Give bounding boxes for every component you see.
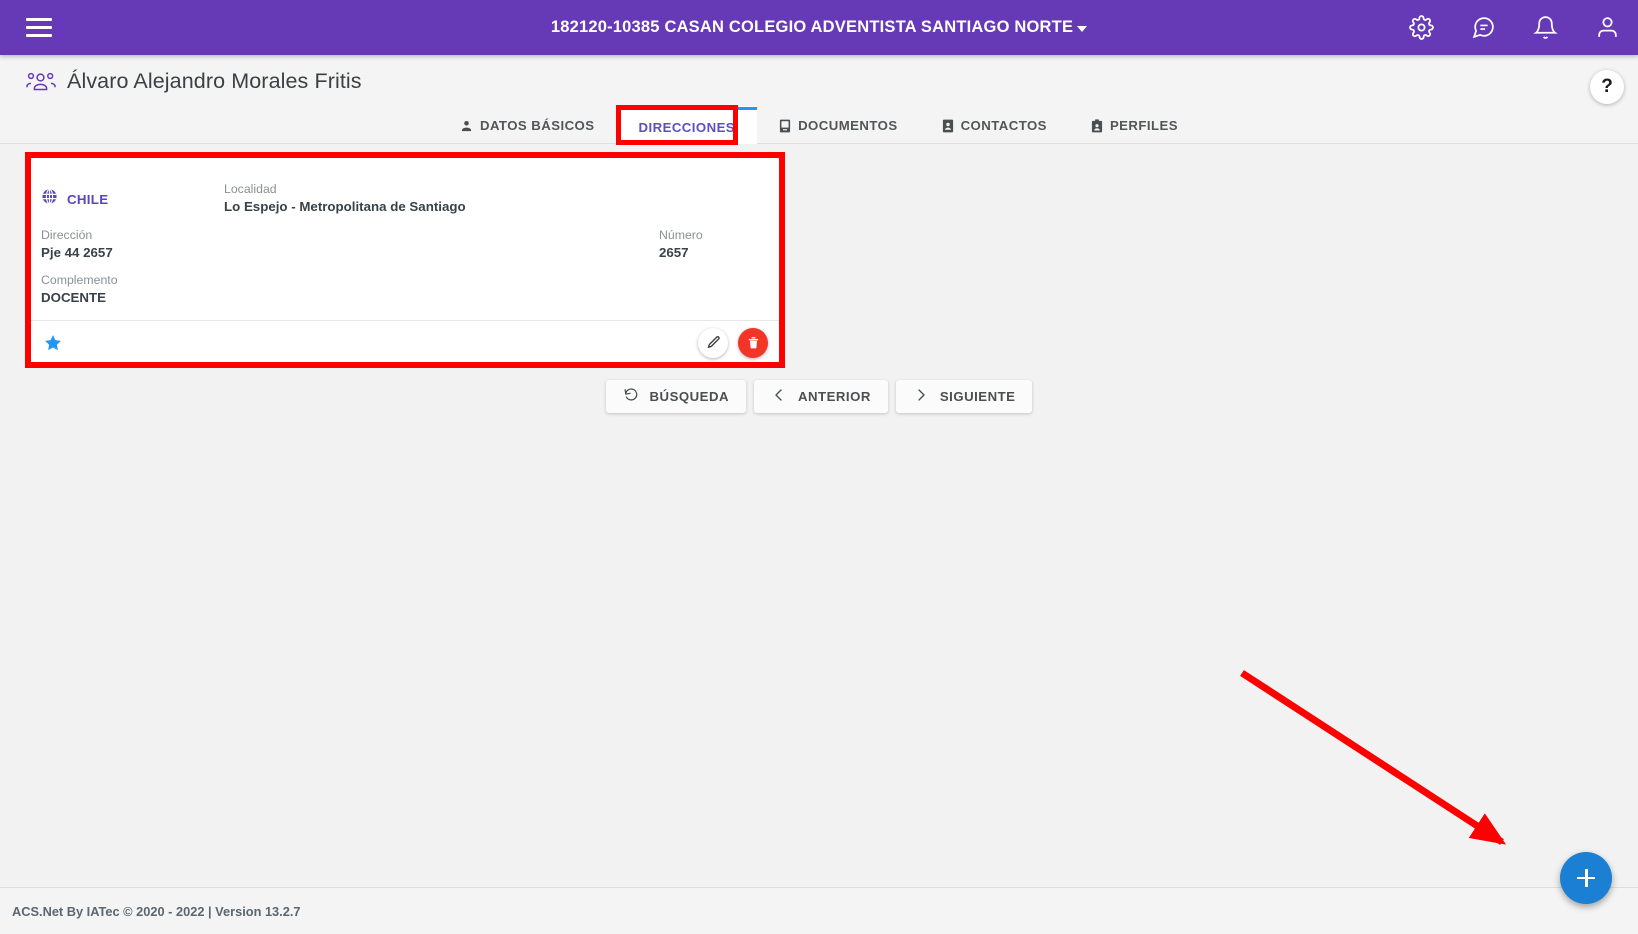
annotation-arrow-to-add-button	[1240, 670, 1507, 845]
tab-direcciones[interactable]: DIRECCIONES	[616, 107, 758, 144]
button-label: BÚSQUEDA	[649, 389, 729, 404]
badge-icon	[1091, 118, 1103, 133]
star-icon[interactable]	[43, 333, 63, 353]
page-footer: ACS.Net By IATec © 2020 - 2022 | Version…	[0, 887, 1638, 934]
page-header: Álvaro Alejandro Morales Fritis	[0, 55, 1638, 107]
tab-label: PERFILES	[1109, 118, 1179, 133]
globe-icon	[41, 188, 58, 210]
edit-button[interactable]	[698, 327, 728, 358]
user-icon[interactable]	[1594, 15, 1620, 41]
app-root: 182120-10385 CASAN COLEGIO ADVENTISTA SA…	[0, 0, 1638, 934]
field-label: Localidad	[224, 182, 277, 196]
tab-contactos[interactable]: CONTACTOS	[920, 107, 1069, 144]
top-bar-icon-group	[1408, 0, 1620, 55]
tab-datos-basicos[interactable]: DATOS BÁSICOS	[438, 107, 617, 144]
org-title-container: 182120-10385 CASAN COLEGIO ADVENTISTA SA…	[0, 0, 1638, 55]
chevron-right-icon	[913, 387, 929, 406]
record-navigation-buttons: BÚSQUEDA ANTERIOR SIGUIENTE	[0, 380, 1638, 413]
org-selector[interactable]: 182120-10385 CASAN COLEGIO ADVENTISTA SA…	[550, 18, 1088, 37]
card-action-buttons	[698, 327, 768, 358]
field-value: Pje 44 2657	[41, 244, 113, 260]
org-title-text: 182120-10385 CASAN COLEGIO ADVENTISTA SA…	[550, 18, 1074, 36]
anterior-button[interactable]: ANTERIOR	[754, 380, 888, 413]
chevron-down-icon	[1077, 26, 1088, 32]
people-group-icon	[26, 69, 56, 93]
siguiente-button[interactable]: SIGUIENTE	[895, 380, 1033, 413]
field-label: Complemento	[41, 273, 118, 287]
field-label: Dirección	[41, 228, 93, 242]
country-row: CHILE	[41, 188, 108, 210]
field-value: DOCENTE	[41, 289, 107, 305]
top-app-bar: 182120-10385 CASAN COLEGIO ADVENTISTA SA…	[0, 0, 1638, 55]
person-icon	[460, 119, 473, 133]
tab-label: DOCUMENTOS	[798, 118, 898, 133]
hamburger-menu-icon[interactable]	[26, 18, 78, 37]
button-label: SIGUIENTE	[939, 389, 1016, 404]
tab-label: DATOS BÁSICOS	[479, 118, 595, 133]
chevron-left-icon	[771, 387, 787, 406]
field-numero: Número 2657	[659, 227, 703, 262]
help-button[interactable]: ?	[1590, 70, 1624, 104]
tab-documentos[interactable]: DOCUMENTOS	[757, 107, 920, 144]
address-card-footer	[29, 320, 783, 364]
address-card-body: CHILE Localidad Lo Espejo - Metropolitan…	[29, 157, 783, 320]
address-card: CHILE Localidad Lo Espejo - Metropolitan…	[29, 157, 783, 364]
field-value: 2657	[659, 244, 689, 260]
tab-perfiles[interactable]: PERFILES	[1069, 107, 1200, 144]
gear-icon[interactable]	[1408, 15, 1434, 41]
add-address-fab[interactable]	[1560, 852, 1612, 904]
field-localidad: Localidad Lo Espejo - Metropolitana de S…	[224, 181, 466, 216]
field-value: Lo Espejo - Metropolitana de Santiago	[224, 198, 466, 214]
contact-card-icon	[942, 119, 954, 133]
plus-icon	[1576, 868, 1596, 888]
field-complemento: Complemento DOCENTE	[41, 272, 118, 307]
tab-bar: DATOS BÁSICOS DIRECCIONES DOCUMENTOS CON…	[0, 107, 1638, 144]
book-icon	[779, 119, 791, 133]
busqueda-button[interactable]: BÚSQUEDA	[605, 380, 746, 413]
footer-text: ACS.Net By IATec © 2020 - 2022 | Version…	[12, 903, 301, 919]
country-name: CHILE	[67, 191, 109, 207]
refresh-ccw-icon	[623, 387, 639, 406]
delete-button[interactable]	[738, 327, 768, 358]
chat-icon[interactable]	[1470, 15, 1496, 41]
button-label: ANTERIOR	[798, 389, 871, 404]
tab-label: DIRECCIONES	[638, 119, 736, 135]
field-label: Número	[659, 228, 703, 242]
bell-icon[interactable]	[1532, 15, 1558, 41]
tab-label: CONTACTOS	[960, 118, 1047, 133]
page-title: Álvaro Alejandro Morales Fritis	[67, 68, 362, 93]
field-direccion: Dirección Pje 44 2657	[41, 227, 113, 262]
